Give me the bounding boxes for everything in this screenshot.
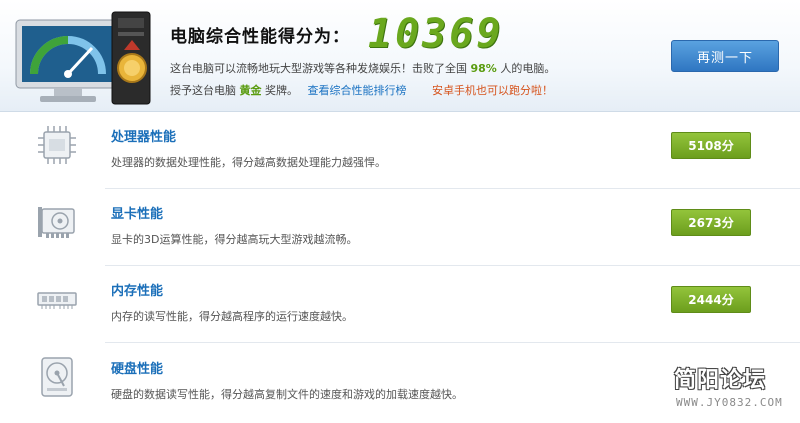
row-title: 内存性能 [111, 284, 164, 299]
row-description: 内存的读写性能，得分越高程序的运行速度越快。 [111, 310, 353, 323]
row-title: 显卡性能 [111, 207, 164, 222]
medal-label: 黄金 [239, 84, 262, 97]
ranking-link[interactable]: 查看综合性能排行榜 [308, 84, 407, 97]
score-badge: 2673分 [671, 209, 751, 236]
score-badge: 2444分 [671, 286, 751, 313]
performance-list: 处理器性能 处理器的数据处理性能，得分越高数据处理能力越强悍。 5108分 显卡… [0, 112, 800, 423]
list-item: 显卡性能 显卡的3D运算性能，得分越高玩大型游戏越流畅。 2673分 [0, 189, 800, 266]
row-description: 硬盘的数据读写性能，得分越高复制文件的速度和游戏的加载速度越快。 [111, 388, 463, 401]
page-title: 电脑综合性能得分为： [170, 26, 350, 47]
cpu-icon [38, 126, 76, 164]
row-description: 显卡的3D运算性能，得分越高玩大型游戏越流畅。 [111, 233, 358, 246]
row-description: 处理器的数据处理性能，得分越高数据处理能力越强悍。 [111, 156, 386, 169]
summary-text: 这台电脑可以流畅地玩大型游戏等各种发烧娱乐！击败了全国 98% 人的电脑。 [170, 62, 556, 75]
hard-disk-icon [41, 357, 73, 397]
watermark: 简阳论坛 WWW.JY0832.COM [672, 362, 798, 414]
memory-icon [37, 292, 77, 309]
android-link[interactable]: 安卓手机也可以跑分啦！ [432, 84, 553, 97]
watermark-site: WWW.JY0832.COM [676, 396, 783, 409]
benchmark-monitor-icon [15, 11, 151, 105]
score-header: 电脑综合性能得分为： 10369 这台电脑可以流畅地玩大型游戏等各种发烧娱乐！击… [0, 0, 800, 112]
list-item: 处理器性能 处理器的数据处理性能，得分越高数据处理能力越强悍。 5108分 [0, 112, 800, 189]
score-badge: 5108分 [671, 132, 751, 159]
watermark-text: 简阳论坛 [674, 368, 767, 393]
list-item: 内存性能 内存的读写性能，得分越高程序的运行速度越快。 2444分 [0, 266, 800, 343]
total-score: 10369 [368, 11, 504, 57]
row-title: 处理器性能 [111, 130, 177, 145]
beat-percent: 98% [470, 62, 497, 75]
graphics-card-icon [38, 207, 75, 238]
divider [105, 342, 800, 343]
medal-text: 授予这台电脑 黄金 奖牌。 查看综合性能排行榜 安卓手机也可以跑分啦！ [170, 84, 553, 97]
retest-button[interactable]: 再测一下 [671, 40, 779, 72]
row-title: 硬盘性能 [111, 362, 164, 377]
